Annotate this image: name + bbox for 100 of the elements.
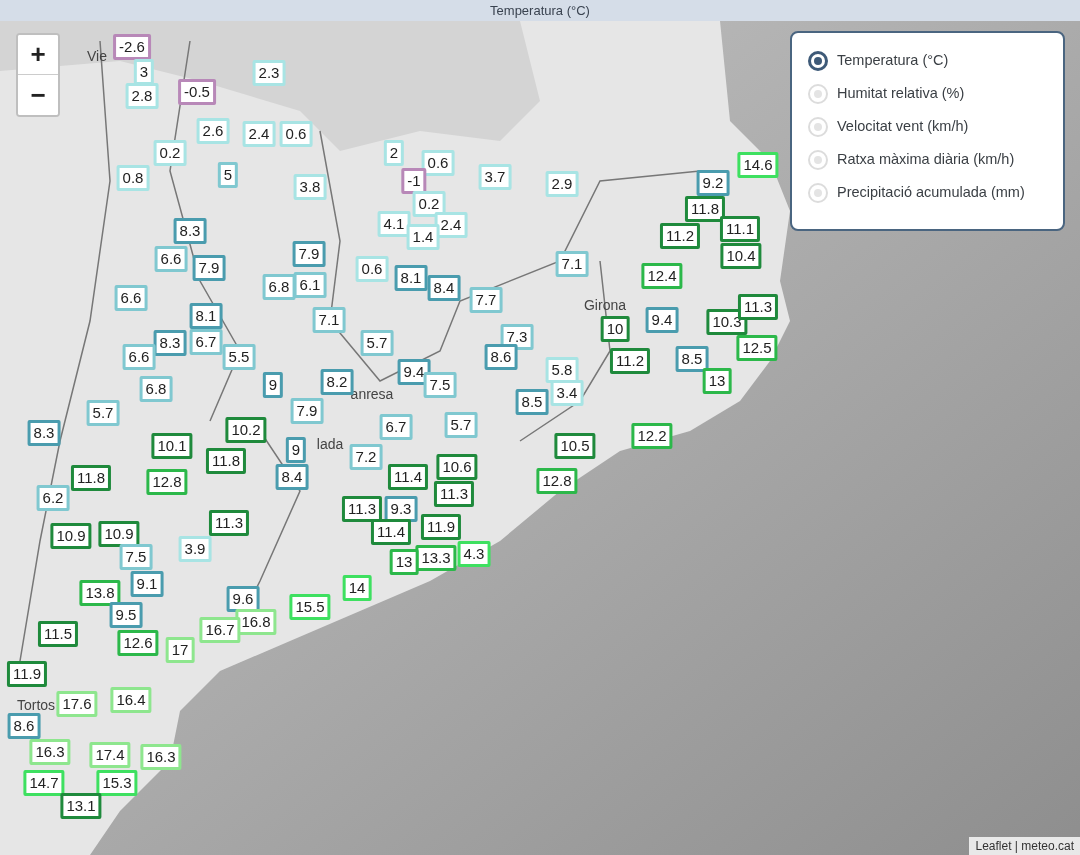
temperature-marker[interactable]: 0.2 (153, 140, 187, 166)
temperature-marker[interactable]: -1 (401, 168, 427, 194)
temperature-marker[interactable]: 13.3 (415, 545, 457, 571)
temperature-marker[interactable]: 11.3 (208, 510, 250, 536)
temperature-marker[interactable]: 8.3 (27, 420, 61, 446)
temperature-marker[interactable]: 13 (389, 549, 419, 575)
temperature-marker[interactable]: 5.8 (545, 357, 579, 383)
temperature-marker[interactable]: 2.9 (545, 171, 579, 197)
temperature-marker[interactable]: 4.1 (377, 211, 411, 237)
temperature-marker[interactable]: 5.5 (222, 344, 256, 370)
temperature-marker[interactable]: 11.9 (6, 661, 48, 687)
temperature-marker[interactable]: 13.1 (60, 793, 102, 819)
temperature-marker[interactable]: 17.4 (89, 742, 131, 768)
temperature-marker[interactable]: 8.6 (7, 713, 41, 739)
temperature-marker[interactable]: 13.8 (79, 580, 121, 606)
temperature-marker[interactable]: 15.3 (96, 770, 138, 796)
temperature-marker[interactable]: 15.5 (289, 594, 331, 620)
temperature-marker[interactable]: 4.3 (457, 541, 491, 567)
temperature-marker[interactable]: 11.3 (433, 481, 475, 507)
temperature-marker[interactable]: 12.8 (536, 468, 578, 494)
temperature-marker[interactable]: 11.9 (420, 514, 462, 540)
temperature-marker[interactable]: 9.5 (109, 602, 143, 628)
temperature-marker[interactable]: 8.1 (394, 265, 428, 291)
zoom-in-button[interactable]: + (18, 35, 58, 75)
layer-option-label[interactable]: Velocitat vent (km/h) (837, 116, 969, 138)
temperature-marker[interactable]: 16.3 (140, 744, 182, 770)
temperature-marker[interactable]: 11.5 (37, 621, 79, 647)
temperature-marker[interactable]: 11.8 (205, 448, 247, 474)
radio-button[interactable] (808, 51, 828, 71)
temperature-marker[interactable]: 6.2 (36, 485, 70, 511)
temperature-marker[interactable]: 7.1 (312, 307, 346, 333)
temperature-marker[interactable]: 0.6 (279, 121, 313, 147)
temperature-marker[interactable]: 11.1 (719, 216, 761, 242)
temperature-marker[interactable]: 16.3 (29, 739, 71, 765)
temperature-marker[interactable]: 3.7 (478, 164, 512, 190)
temperature-marker[interactable]: 10.2 (225, 417, 267, 443)
temperature-marker[interactable]: 0.2 (412, 191, 446, 217)
temperature-marker[interactable]: 9 (285, 437, 307, 463)
temperature-marker[interactable]: 8.3 (173, 218, 207, 244)
temperature-marker[interactable]: 17.6 (56, 691, 98, 717)
temperature-marker[interactable]: -0.5 (178, 79, 216, 105)
temperature-marker[interactable]: 9.3 (384, 496, 418, 522)
temperature-marker[interactable]: 8.4 (275, 464, 309, 490)
temperature-marker[interactable]: 6.8 (262, 274, 296, 300)
layer-option-label[interactable]: Ratxa màxima diària (km/h) (837, 149, 1015, 171)
temperature-marker[interactable]: 3.9 (178, 536, 212, 562)
temperature-marker[interactable]: 5.7 (86, 400, 120, 426)
temperature-marker[interactable]: 8.1 (189, 303, 223, 329)
temperature-marker[interactable]: 11.4 (370, 519, 412, 545)
temperature-marker[interactable]: 5.7 (444, 412, 478, 438)
temperature-marker[interactable]: 7.5 (119, 544, 153, 570)
temperature-marker[interactable]: 8.3 (153, 330, 187, 356)
temperature-marker[interactable]: 9 (262, 372, 284, 398)
temperature-marker[interactable]: 7.7 (469, 287, 503, 313)
temperature-marker[interactable]: 3 (133, 59, 155, 85)
temperature-marker[interactable]: 8.5 (515, 389, 549, 415)
temperature-marker[interactable]: 9.4 (397, 359, 431, 385)
temperature-marker[interactable]: 6.8 (139, 376, 173, 402)
temperature-marker[interactable]: 10.9 (98, 521, 140, 547)
temperature-marker[interactable]: 8.2 (320, 369, 354, 395)
temperature-marker[interactable]: 1.4 (406, 224, 440, 250)
temperature-marker[interactable]: 10.1 (151, 433, 193, 459)
temperature-marker[interactable]: 11.8 (684, 196, 726, 222)
temperature-marker[interactable]: 16.8 (235, 609, 277, 635)
temperature-marker[interactable]: 12.6 (117, 630, 159, 656)
temperature-marker[interactable]: 6.6 (122, 344, 156, 370)
temperature-marker[interactable]: 7.5 (423, 372, 457, 398)
temperature-marker[interactable]: 9.1 (130, 571, 164, 597)
temperature-marker[interactable]: 7.9 (290, 398, 324, 424)
temperature-marker[interactable]: 12.8 (146, 469, 188, 495)
temperature-marker[interactable]: 11.2 (659, 223, 701, 249)
temperature-marker[interactable]: 3.8 (293, 174, 327, 200)
temperature-marker[interactable]: 16.7 (199, 617, 241, 643)
temperature-marker[interactable]: 16.4 (110, 687, 152, 713)
temperature-marker[interactable]: 9.2 (696, 170, 730, 196)
temperature-marker[interactable]: 7.9 (292, 241, 326, 267)
layer-option-label[interactable]: Temperatura (°C) (837, 50, 949, 72)
temperature-marker[interactable]: 8.4 (427, 275, 461, 301)
layer-option-label[interactable]: Precipitació acumulada (mm) (837, 182, 1025, 204)
temperature-marker[interactable]: 2 (383, 140, 405, 166)
temperature-marker[interactable]: 7.2 (349, 444, 383, 470)
layer-option-label[interactable]: Humitat relativa (%) (837, 83, 965, 105)
temperature-marker[interactable]: 6.7 (189, 329, 223, 355)
temperature-marker[interactable]: 6.6 (114, 285, 148, 311)
temperature-marker[interactable]: 0.8 (116, 165, 150, 191)
temperature-marker[interactable]: 10.4 (720, 243, 762, 269)
temperature-marker[interactable]: 6.7 (379, 414, 413, 440)
temperature-marker[interactable]: 7.9 (192, 255, 226, 281)
temperature-marker[interactable]: 2.4 (434, 212, 468, 238)
temperature-marker[interactable]: 14.6 (737, 152, 779, 178)
temperature-marker[interactable]: 13 (702, 368, 732, 394)
temperature-marker[interactable]: 9.6 (226, 586, 260, 612)
temperature-marker[interactable]: 2.6 (196, 118, 230, 144)
temperature-marker[interactable]: 17 (165, 637, 195, 663)
temperature-marker[interactable]: 11.2 (609, 348, 651, 374)
temperature-marker[interactable]: 10.9 (50, 523, 92, 549)
temperature-marker[interactable]: 8.6 (484, 344, 518, 370)
temperature-marker[interactable]: 11.3 (341, 496, 383, 522)
temperature-marker[interactable]: 5.7 (360, 330, 394, 356)
temperature-marker[interactable]: 7.1 (555, 251, 589, 277)
